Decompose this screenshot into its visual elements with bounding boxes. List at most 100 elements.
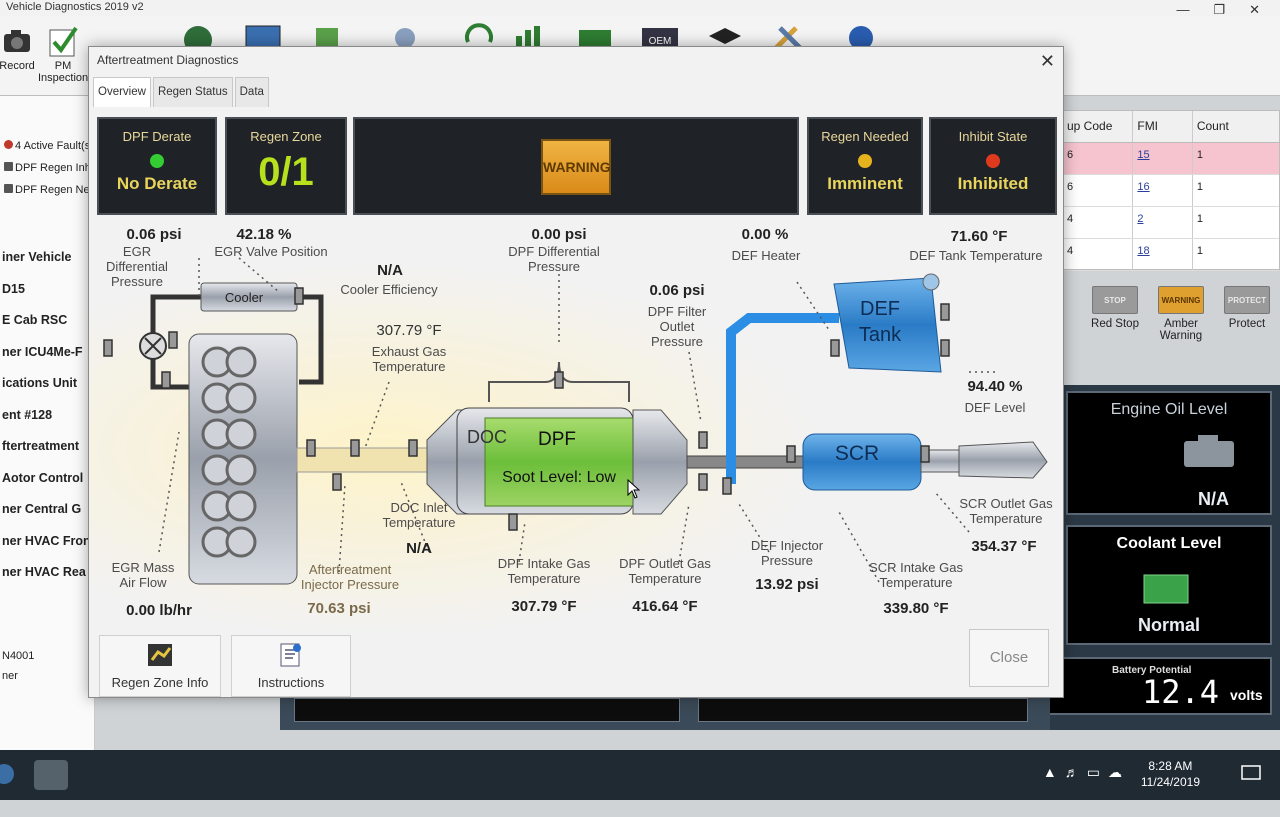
dpf-intake-gas-temp-label: DPF Intake Gas Temperature	[497, 556, 591, 586]
table-row[interactable]: 6 15 1	[1063, 143, 1279, 175]
button-label: Regen Zone Info	[111, 675, 209, 690]
regen-zone-info-button[interactable]: Regen Zone Info	[99, 635, 221, 697]
status-label: Regen Zone	[250, 129, 322, 144]
dpf-outlet-gas-temp-label: DPF Outlet Gas Temperature	[619, 556, 711, 586]
egr-mass-air-flow-value: 0.00 lb/hr	[126, 602, 192, 619]
fault-square-icon	[4, 184, 13, 193]
def-tank-temp-value: 71.60 °F	[950, 228, 1008, 245]
table-row[interactable]: 4 18 1	[1063, 239, 1279, 271]
list-item[interactable]: D15	[0, 274, 94, 306]
radiator-icon	[1143, 574, 1189, 604]
panel-title: Coolant Level	[1116, 535, 1222, 552]
cooler-efficiency-value: N/A	[377, 262, 403, 279]
tab-data[interactable]: Data	[234, 77, 269, 107]
list-item[interactable]: iner Vehicle	[0, 242, 94, 274]
list-item[interactable]: ent #128	[0, 400, 94, 432]
list-item[interactable]: ications Unit	[0, 368, 94, 400]
list-item[interactable]: Aotor Control	[0, 463, 94, 495]
app-title-bar: Vehicle Diagnostics 2019 v2 — ❐ ✕	[0, 0, 1280, 17]
battery-value: 12.4	[1142, 673, 1220, 711]
doc-inlet-temp-label: DOC Inlet Temperature	[382, 500, 456, 530]
instructions-button[interactable]: Instructions	[231, 635, 351, 697]
taskbar: ▲♬▭☁ 8:28 AM 11/24/2019	[0, 750, 1280, 800]
coolant-value: Normal	[1137, 615, 1200, 635]
amber-warning-lamp: WARNING Amber Warning	[1150, 286, 1212, 342]
button-label: Instructions	[257, 675, 325, 690]
dialog-title: Aftertreatment Diagnostics	[97, 53, 239, 67]
record-label: Record	[0, 60, 35, 72]
clock[interactable]: 8:28 AM 11/24/2019	[1141, 758, 1200, 790]
fmi-link[interactable]: 18	[1137, 245, 1149, 257]
table-cell: 1	[1191, 143, 1279, 174]
scr-intake-gas-temp-value: 339.80 °F	[883, 600, 949, 617]
sidebar-fault-regen-inhibit[interactable]: DPF Regen Inhibit	[0, 158, 94, 180]
inhibit-led-icon	[986, 154, 1000, 168]
list-item[interactable]: E Cab RSC	[0, 305, 94, 337]
table-cell: 4	[1067, 245, 1074, 257]
def-level-label: DEF Level	[964, 400, 1026, 415]
sidebar-footer-line: N4001	[2, 650, 35, 662]
table-row[interactable]: 6 16 1	[1063, 175, 1279, 207]
status-value: No Derate	[116, 174, 198, 193]
column-header-count[interactable]: Count	[1191, 111, 1279, 142]
list-item[interactable]: ftertreatment	[0, 431, 94, 463]
dialog-close-icon[interactable]: ✕	[1040, 51, 1055, 72]
fmi-link[interactable]: 15	[1137, 149, 1149, 161]
cooler-efficiency-label: Cooler Efficiency	[340, 282, 438, 297]
clock-time: 8:28 AM	[1148, 759, 1193, 773]
def-injector-pressure-value: 13.92 psi	[755, 576, 819, 593]
notification-icon[interactable]	[1240, 762, 1262, 784]
dpf-filter-outlet-pressure-value: 0.06 psi	[649, 282, 705, 299]
warning-box: WARNING	[353, 117, 799, 215]
fault-label: DPF Regen Inhibit	[15, 162, 94, 174]
sidebar-fault-regen-needed[interactable]: DPF Regen Needed	[0, 180, 94, 202]
app-title: Vehicle Diagnostics 2019 v2	[6, 1, 144, 13]
table-row[interactable]: 4 2 1	[1063, 207, 1279, 239]
table-cell: 4	[1067, 213, 1074, 225]
coolant-level-panel: Coolant Level Normal	[1066, 525, 1272, 645]
fault-label: 4 Active Fault(s)	[15, 140, 94, 152]
list-item[interactable]: ner HVAC Fron	[0, 526, 94, 558]
app-taskbar-icon[interactable]	[34, 760, 68, 790]
doc-inlet-temp-value: N/A	[406, 540, 432, 557]
status-label: Regen Needed	[821, 129, 909, 144]
record-button[interactable]: Record	[0, 20, 42, 94]
engine-oil-level-panel: Engine Oil Level N/A	[1066, 391, 1272, 515]
egr-diff-pressure-value: 0.06 psi	[126, 226, 182, 243]
column-header-fmi[interactable]: FMI	[1132, 111, 1191, 142]
dpf-outlet-gas-temp-value: 416.64 °F	[632, 598, 698, 615]
inhibit-state-box: Inhibit State Inhibited	[929, 117, 1057, 215]
dpf-derate-box: DPF Derate No Derate	[97, 117, 217, 215]
pm-inspection-button[interactable]: PM Inspection	[38, 20, 88, 94]
start-icon[interactable]	[0, 764, 14, 784]
aftertreatment-injector-pressure-value: 70.63 psi	[307, 600, 371, 617]
stop-lamp-icon: STOP	[1092, 286, 1138, 314]
list-item[interactable]: ner Central G	[0, 494, 94, 526]
system-tray-icons[interactable]: ▲♬▭☁	[1043, 764, 1130, 781]
list-item[interactable]: ner ICU4Me-F	[0, 337, 94, 369]
sidebar-footer-line: ner	[2, 670, 18, 682]
column-header-code[interactable]: up Code	[1063, 111, 1132, 142]
lamp-label: Protect	[1228, 318, 1266, 330]
scr-outlet-gas-temp-value: 354.37 °F	[971, 538, 1037, 555]
list-item[interactable]: ner HVAC Rea	[0, 557, 94, 589]
sidebar-fault-active[interactable]: 4 Active Fault(s)	[0, 136, 94, 158]
fmi-link[interactable]: 16	[1137, 181, 1149, 193]
fault-dot-icon	[4, 140, 13, 149]
close-button[interactable]: Close	[969, 629, 1049, 687]
battery-unit: volts	[1230, 687, 1263, 703]
clock-date: 11/24/2019	[1140, 775, 1200, 789]
fmi-link[interactable]: 2	[1137, 213, 1143, 225]
def-injector-pressure-label: DEF Injector Pressure	[750, 538, 824, 568]
warning-lamp-icon: WARNING	[1158, 286, 1204, 314]
tab-regen-status[interactable]: Regen Status	[152, 77, 233, 107]
tab-overview[interactable]: Overview	[93, 77, 151, 107]
scr-outlet-gas-temp-label: SCR Outlet Gas Temperature	[959, 496, 1053, 526]
soot-level-label: Soot Level: Low	[502, 469, 616, 486]
dialog-tabs: Overview Regen Status Data	[93, 77, 271, 107]
cooler-label: Cooler	[224, 290, 264, 305]
checkmark-icon	[49, 26, 78, 57]
exhaust-gas-temp-label: Exhaust Gas Temperature	[371, 344, 447, 374]
status-label: DPF Derate	[122, 129, 192, 144]
def-tank-temp-label: DEF Tank Temperature	[909, 248, 1043, 263]
